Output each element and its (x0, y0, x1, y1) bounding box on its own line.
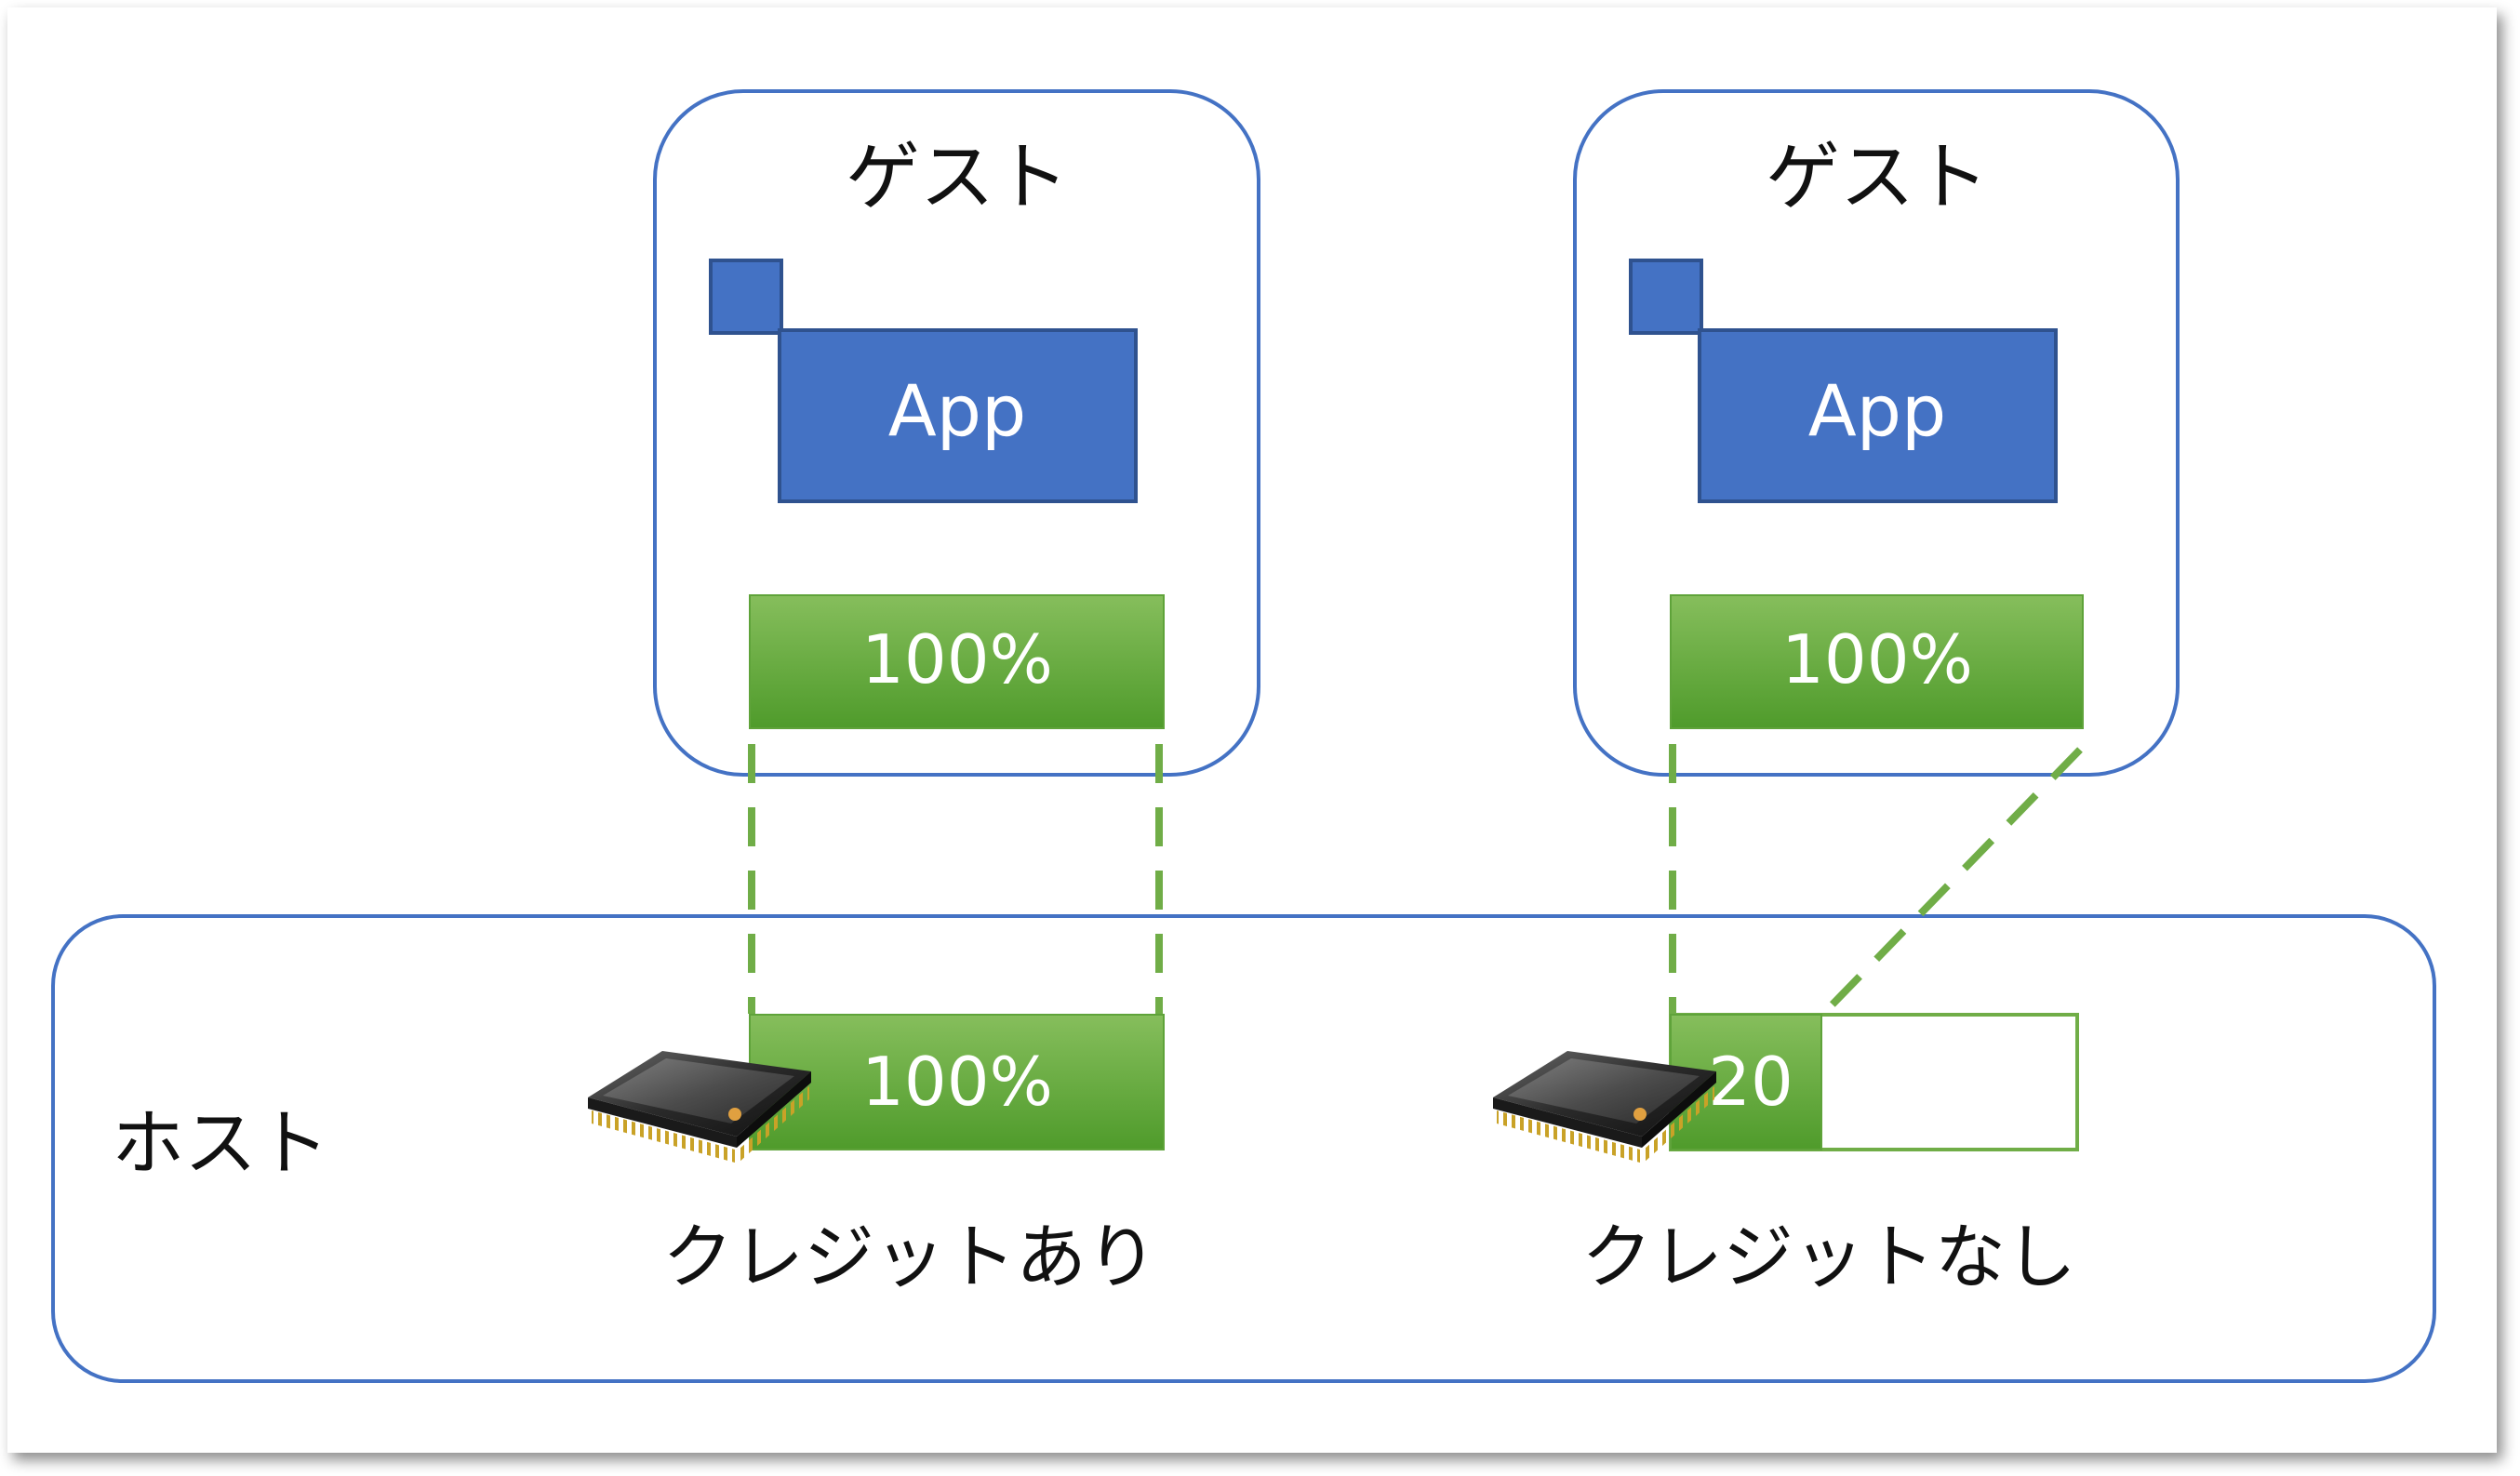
diagram-svg: ホスト ゲスト App 100% ゲスト App 100% 100% 20 クレ… (51, 89, 2436, 1383)
guest-usage-label-2: 100% (1781, 620, 1973, 698)
guest-title-1: ゲスト (846, 134, 1069, 220)
host-caption-2: クレジットなし (1581, 1216, 2076, 1298)
dashed-connectors (748, 744, 2083, 1014)
app-label-2: App (1808, 369, 1946, 452)
host-usage-label-2: 20 (1708, 1043, 1793, 1121)
app-label-1: App (888, 369, 1026, 452)
guest-usage-label-1: 100% (861, 620, 1053, 698)
host-caption-1: クレジットあり (662, 1216, 1157, 1298)
diagram-canvas: ホスト ゲスト App 100% ゲスト App 100% 100% 20 クレ… (0, 0, 2520, 1476)
guest-title-2: ゲスト (1766, 134, 1989, 220)
host-usage-label-1: 100% (861, 1043, 1053, 1121)
connector-right-2 (1824, 747, 2083, 1013)
host-title: ホスト (112, 1102, 329, 1186)
